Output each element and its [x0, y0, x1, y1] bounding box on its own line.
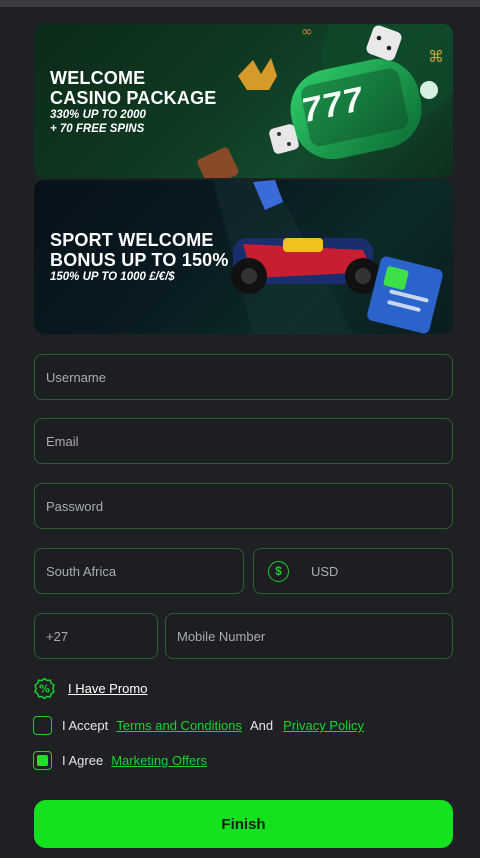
- password-field[interactable]: [34, 483, 453, 529]
- email-field[interactable]: [34, 418, 453, 464]
- mobile-number-input[interactable]: [177, 628, 452, 644]
- phone-code-value: +27: [46, 628, 69, 644]
- terms-row: I Accept Terms and Conditions And Privac…: [33, 716, 370, 735]
- sport-banner-art: [213, 180, 443, 334]
- sport-banner-sub-line1: 150% UP TO 1000 £/€/$: [50, 271, 175, 283]
- svg-text:⌘: ⌘: [428, 47, 444, 66]
- phone-code-select[interactable]: +27: [34, 613, 158, 659]
- country-select[interactable]: South Africa: [34, 548, 244, 594]
- percent-badge-icon: %: [34, 677, 55, 700]
- sport-banner-title-line2: BONUS UP TO 150%: [50, 250, 229, 270]
- promo-link[interactable]: I Have Promo: [68, 681, 147, 696]
- marketing-offers-link[interactable]: Marketing Offers: [111, 753, 207, 768]
- casino-banner-sub-line1: 330% UP TO 2000: [50, 109, 146, 121]
- username-input[interactable]: [46, 369, 452, 385]
- marketing-prefix: I Agree: [62, 753, 104, 768]
- terms-link[interactable]: Terms and Conditions: [116, 718, 242, 733]
- currency-select[interactable]: $ USD: [253, 548, 453, 594]
- casino-welcome-banner[interactable]: ⌘ ∞ 777 WELCOME CASINO PACKAGE 330% UP T…: [34, 24, 453, 178]
- marketing-row: I Agree Marketing Offers: [33, 751, 213, 770]
- finish-button[interactable]: Finish: [34, 800, 453, 848]
- username-field[interactable]: [34, 354, 453, 400]
- marketing-checkbox[interactable]: [33, 751, 52, 770]
- privacy-policy-link[interactable]: Privacy Policy: [283, 718, 364, 733]
- checkbox-checked-mark: [37, 755, 48, 766]
- casino-banner-title-line2: CASINO PACKAGE: [50, 88, 217, 108]
- casino-banner-sub-line2: + 70 FREE SPINS: [50, 123, 145, 135]
- terms-checkbox[interactable]: [33, 716, 52, 735]
- svg-text:%: %: [39, 683, 50, 696]
- terms-and: And: [249, 718, 274, 733]
- currency-value: USD: [311, 563, 339, 579]
- email-input[interactable]: [46, 433, 452, 449]
- sport-welcome-banner[interactable]: SPORT WELCOME BONUS UP TO 150% 150% UP T…: [34, 180, 453, 334]
- password-input[interactable]: [46, 498, 452, 514]
- terms-prefix: I Accept: [62, 718, 109, 733]
- sport-banner-title-line1: SPORT WELCOME: [50, 230, 214, 250]
- casino-banner-title-line1: WELCOME: [50, 68, 146, 88]
- country-value: South Africa: [46, 563, 117, 579]
- dollar-circle-icon: $: [268, 560, 289, 582]
- mobile-number-field[interactable]: [165, 613, 453, 659]
- top-edge-bar: [0, 0, 480, 7]
- promo-toggle[interactable]: % I Have Promo: [33, 677, 147, 700]
- svg-text:∞: ∞: [301, 24, 313, 40]
